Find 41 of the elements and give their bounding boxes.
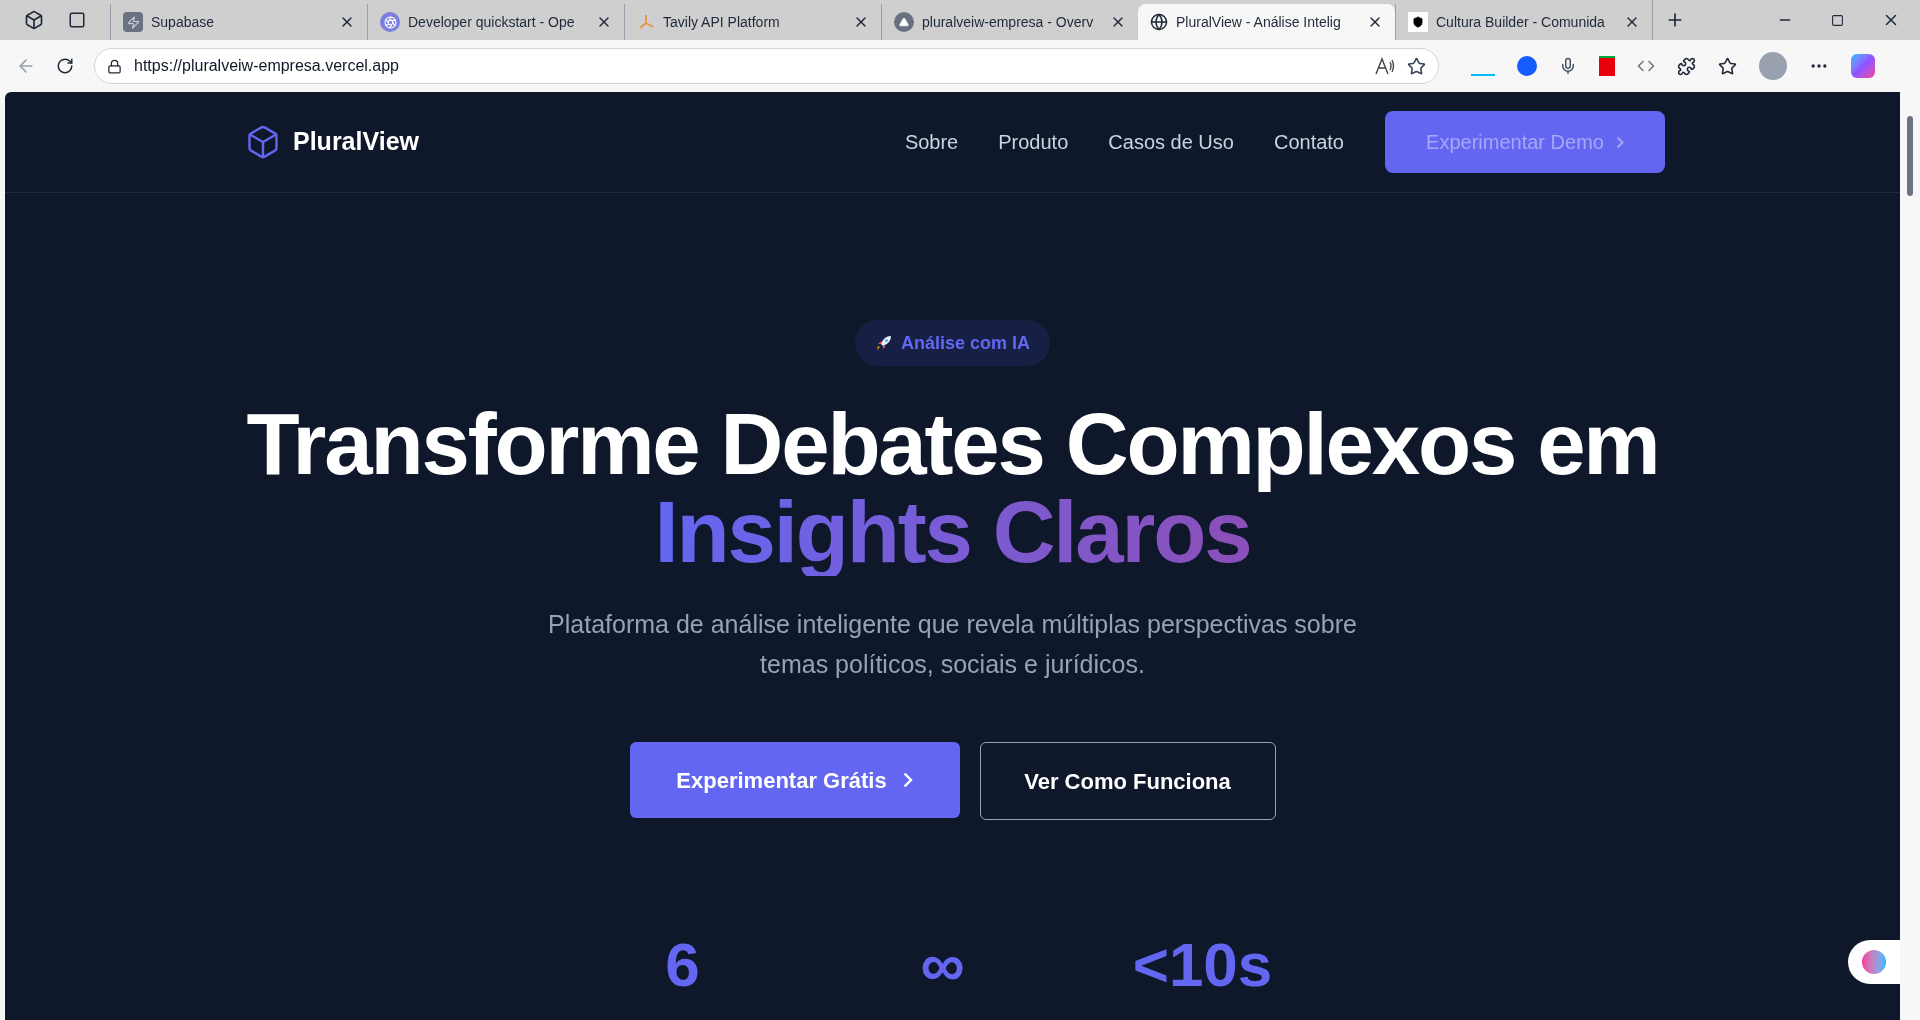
stat-value: ∞ — [919, 930, 966, 1000]
tab-title: Cultura Builder - Comunida — [1436, 12, 1606, 32]
tab-actions-icon[interactable] — [68, 11, 86, 29]
brand-name: PluralView — [293, 126, 419, 158]
bolt-icon — [123, 12, 143, 32]
assistant-button[interactable] — [1848, 940, 1900, 984]
nav-link[interactable]: Contato — [1273, 127, 1344, 157]
hero-subtitle: Plataforma de análise inteligente que revela múltiplas perspectivas sobre temas políticos, sociais e jurídicos. — [547, 609, 1358, 680]
reload-icon[interactable] — [56, 57, 74, 75]
stat-value: <10s — [1131, 930, 1274, 1000]
chevron-right-icon — [902, 772, 913, 788]
favorites-list-icon[interactable] — [1718, 56, 1737, 76]
shield-icon — [1408, 12, 1428, 32]
how-it-works-button[interactable]: Ver Como Funciona — [979, 742, 1276, 820]
favorite-icon[interactable] — [1407, 56, 1426, 76]
address-bar[interactable]: https://pluralveiw-empresa.vercel.app — [94, 48, 1439, 84]
chevron-right-icon — [1615, 135, 1624, 149]
tab-title: Supabase — [151, 12, 216, 32]
browser-tab[interactable]: PluralView - Análise Intelig — [1138, 4, 1395, 40]
tab-title: PluralView - Análise Intelig — [1176, 12, 1342, 32]
restore-icon[interactable] — [1831, 13, 1844, 27]
tab-title: Developer quickstart - Ope — [408, 12, 576, 32]
globe-icon — [1150, 13, 1168, 31]
extension-icon[interactable] — [1517, 56, 1537, 76]
extensions-icon[interactable] — [1677, 56, 1696, 76]
stat-value: 6 — [664, 930, 701, 1000]
lock-icon — [107, 58, 122, 74]
try-free-button[interactable]: Experimentar Grátis — [629, 742, 960, 818]
rocket-icon — [874, 334, 893, 352]
nav-link[interactable]: Produto — [998, 127, 1069, 157]
tab-title: Tavily API Platform — [663, 12, 781, 32]
tab-title: pluralveiw-empresa - Overv — [922, 12, 1095, 32]
microphone-icon[interactable] — [1559, 57, 1577, 75]
nav-link[interactable]: Sobre — [904, 127, 959, 157]
tripod-icon — [637, 13, 655, 31]
knot-icon — [380, 12, 400, 32]
read-aloud-icon[interactable] — [1375, 57, 1395, 75]
badge-label: Análise com IA — [900, 331, 1030, 355]
url-text: https://pluralveiw-empresa.vercel.app — [134, 56, 400, 76]
cube-logo-icon — [245, 124, 281, 160]
nav-link[interactable]: Casos de Uso — [1108, 127, 1234, 157]
